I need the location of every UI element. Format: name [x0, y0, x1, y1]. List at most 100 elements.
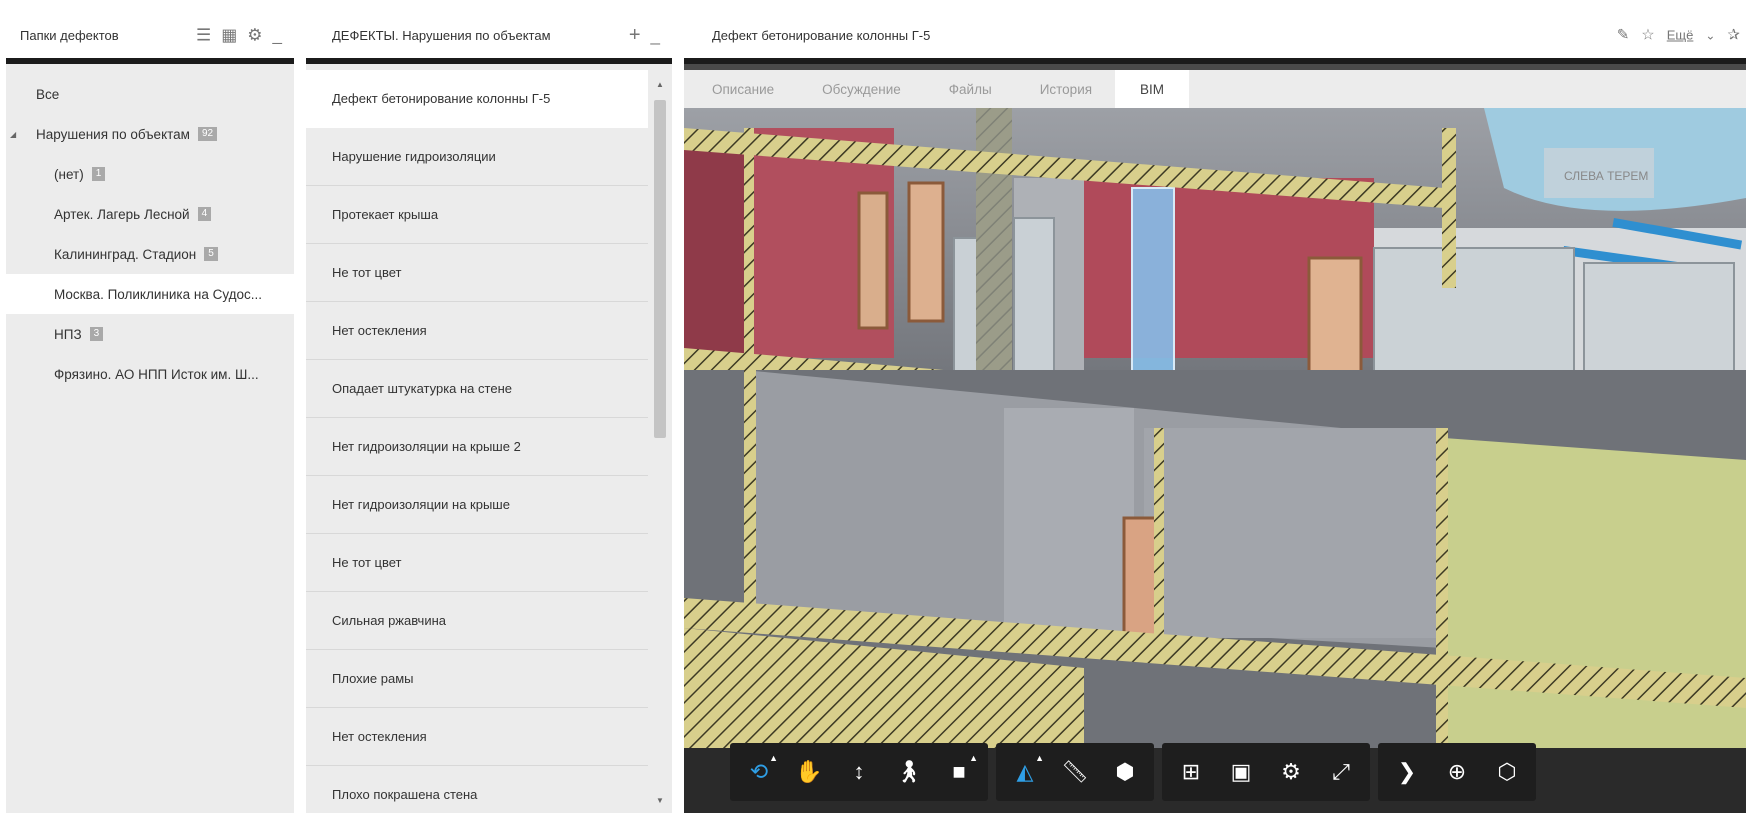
defects-list-header-icons: + _	[629, 25, 660, 45]
folder-item-label: Нарушения по объектам	[36, 126, 190, 142]
defect-list-item-label: Опадает штукатурка на стене	[332, 381, 512, 396]
defects-list-header: ДЕФЕКТЫ. Нарушения по объектам + _	[306, 12, 672, 64]
defect-list-item[interactable]: Протекает крыша	[306, 186, 648, 244]
star-icon[interactable]: ☆	[1641, 28, 1654, 43]
defect-list-item[interactable]: Плохие рамы	[306, 650, 648, 708]
count-badge: 4	[197, 207, 212, 221]
defect-list-item[interactable]: Нет гидроизоляции на крыше	[306, 476, 648, 534]
scroll-thumb[interactable]	[654, 100, 666, 438]
defect-list-item[interactable]: Дефект бетонирование колонны Г-5	[306, 70, 648, 128]
defect-folders-header-icons: ☰ ▦ ⚙ _	[196, 27, 282, 44]
properties-icon[interactable]: ▣	[1216, 747, 1266, 797]
model-tools-group: ◭ ▲ 📏︎ ⬢	[996, 743, 1154, 801]
defect-list-item[interactable]: Нет гидроизоляции на крыше 2	[306, 418, 648, 476]
extra-tools-group: ❯ ⊕ ⬡	[1378, 743, 1536, 801]
count-badge: 1	[91, 167, 106, 181]
list-view-icon[interactable]: ☰	[196, 27, 211, 44]
defect-detail-title: Дефект бетонирование колонны Г-5	[712, 27, 931, 43]
settings-tools-group: ⊞ ▣ ⚙ ⤢	[1162, 743, 1370, 801]
edit-pencil-icon[interactable]: ✎	[1617, 28, 1630, 43]
defect-list-item[interactable]: Нарушение гидроизоляции	[306, 128, 648, 186]
defect-list-item[interactable]: Опадает штукатурка на стене	[306, 360, 648, 418]
folder-item[interactable]: (нет) 1	[6, 154, 294, 194]
grid-view-icon[interactable]: ▦	[221, 27, 237, 44]
expand-arrow-icon[interactable]: ◢	[10, 130, 16, 139]
bim-3d-viewer[interactable]: СЛЕВА ТЕРЕМ ⟲ ▲ ✋ ↕ 🚶︎ ■ ▲ ◭ ▲ 📏︎ ⬢ ⊞ ▣ …	[684, 108, 1746, 813]
defect-list-item-label: Плохие рамы	[332, 671, 414, 686]
tab-1[interactable]: Описание	[712, 70, 774, 108]
folder-item-label: Фрязино. АО НПП Исток им. Ш...	[54, 366, 259, 382]
explode-icon[interactable]: ◭ ▲	[1000, 747, 1050, 797]
defect-list-item[interactable]: Не тот цвет	[306, 244, 648, 302]
count-badge: 3	[89, 327, 104, 341]
cube-icon[interactable]: ⬡	[1482, 747, 1532, 797]
bim-model-render: СЛЕВА ТЕРЕМ	[684, 108, 1746, 813]
walk-person-icon[interactable]: 🚶︎	[884, 747, 934, 797]
measure-ruler-icon[interactable]: 📏︎	[1050, 747, 1100, 797]
zoom-icon[interactable]: ↕	[834, 747, 884, 797]
defect-folders-panel: Папки дефектов ☰ ▦ ⚙ _ Все ◢ Нарушения по …	[6, 12, 294, 813]
defect-folders-header: Папки дефектов ☰ ▦ ⚙ _	[6, 12, 294, 64]
model-browser-icon[interactable]: ⊞	[1166, 747, 1216, 797]
tab-2[interactable]: Обсуждение	[822, 70, 901, 108]
defect-list-item-label: Плохо покрашена стена	[332, 787, 478, 802]
defects-list: Дефект бетонирование колонны Г-5 Нарушени…	[306, 70, 672, 813]
gear-icon[interactable]: ⚙	[247, 27, 262, 44]
orbit-icon[interactable]: ⟲ ▲	[734, 747, 784, 797]
folder-item[interactable]: Калининград. Стадион 5	[6, 234, 294, 274]
defects-list-panel: ДЕФЕКТЫ. Нарушения по объектам + _ Дефек…	[306, 12, 672, 813]
minimize-icon[interactable]: _	[651, 27, 660, 44]
defect-detail-header: Дефект бетонирование колонны Г-5 ✎ ☆ Ещё…	[684, 12, 1746, 64]
scroll-down-arrow-icon[interactable]: ▼	[656, 796, 664, 805]
defect-list-item-label: Нет гидроизоляции на крыше	[332, 497, 510, 512]
expand-chevron-icon[interactable]: ❯	[1382, 747, 1432, 797]
settings-gear-icon[interactable]: ⚙	[1266, 747, 1316, 797]
defect-list-item-label: Сильная ржавчина	[332, 613, 446, 628]
count-badge: 92	[197, 127, 218, 141]
defect-list-item[interactable]: Не тот цвет	[306, 534, 648, 592]
folder-item[interactable]: Все	[6, 74, 294, 114]
chevron-down-icon[interactable]: ⌄	[1705, 29, 1715, 41]
folder-item-label: Калининград. Стадион	[54, 246, 197, 262]
folder-item-label: НПЗ	[54, 326, 82, 342]
navigation-tools-group: ⟲ ▲ ✋ ↕ 🚶︎ ■ ▲	[730, 743, 988, 801]
defect-list-item[interactable]: Сильная ржавчина	[306, 592, 648, 650]
fullscreen-icon[interactable]: ⤢	[1316, 747, 1366, 797]
folder-item-label: Москва. Поликлиника на Судос...	[54, 286, 263, 302]
add-icon[interactable]: +	[629, 25, 641, 45]
folder-item[interactable]: ◢ Нарушения по объектам 92	[6, 114, 294, 154]
defect-detail-panel: Дефект бетонирование колонны Г-5 ✎ ☆ Ещё…	[684, 12, 1746, 813]
defect-list-item-label: Нет гидроизоляции на крыше 2	[332, 439, 521, 454]
defect-list-item-label: Нет остекления	[332, 323, 427, 338]
defects-list-title: ДЕФЕКТЫ. Нарушения по объектам	[332, 27, 551, 43]
defect-list-item[interactable]: Нет остекления	[306, 302, 648, 360]
defect-list-item-label: Протекает крыша	[332, 207, 439, 222]
defect-list-item-label: Дефект бетонирование колонны Г-5	[332, 91, 551, 106]
folder-item[interactable]: НПЗ 3	[6, 314, 294, 354]
defect-list-item[interactable]: Плохо покрашена стена	[306, 766, 648, 813]
tab-5[interactable]: BIM	[1115, 70, 1190, 108]
folder-item[interactable]: Москва. Поликлиника на Судос...	[6, 274, 294, 314]
camera-icon[interactable]: ■ ▲	[934, 747, 984, 797]
defect-list-item-label: Нет остекления	[332, 729, 427, 744]
folder-item[interactable]: Артек. Лагерь Лесной 4	[6, 194, 294, 234]
scroll-up-arrow-icon[interactable]: ▲	[656, 80, 664, 89]
defect-list-item-label: Не тот цвет	[332, 265, 402, 280]
defect-folders-title: Папки дефектов	[20, 27, 119, 43]
folder-tree: Все ◢ Нарушения по объектам 92 (нет) 1 Артек. …	[6, 64, 294, 394]
section-box-icon[interactable]: ⬢	[1100, 747, 1150, 797]
tab-4[interactable]: История	[1040, 70, 1092, 108]
detail-tabs: Описание Обсуждение Файлы История BIM	[684, 70, 1746, 108]
tab-3[interactable]: Файлы	[949, 70, 992, 108]
model-sign-text: СЛЕВА ТЕРЕМ	[1564, 169, 1648, 183]
folder-item[interactable]: Фрязино. АО НПП Исток им. Ш...	[6, 354, 294, 394]
defect-list-item[interactable]: Нет остекления	[306, 708, 648, 766]
defect-list-item-label: Нарушение гидроизоляции	[332, 149, 496, 164]
minimize-icon[interactable]: _	[273, 27, 282, 44]
pin-icon[interactable]: ✰	[1727, 28, 1740, 43]
more-menu-button[interactable]: Ещё	[1667, 29, 1694, 42]
add-icon[interactable]: ⊕	[1432, 747, 1482, 797]
defects-scrollbar[interactable]: ▲ ▼	[648, 76, 672, 813]
count-badge: 5	[204, 247, 218, 261]
pan-hand-icon[interactable]: ✋	[784, 747, 834, 797]
